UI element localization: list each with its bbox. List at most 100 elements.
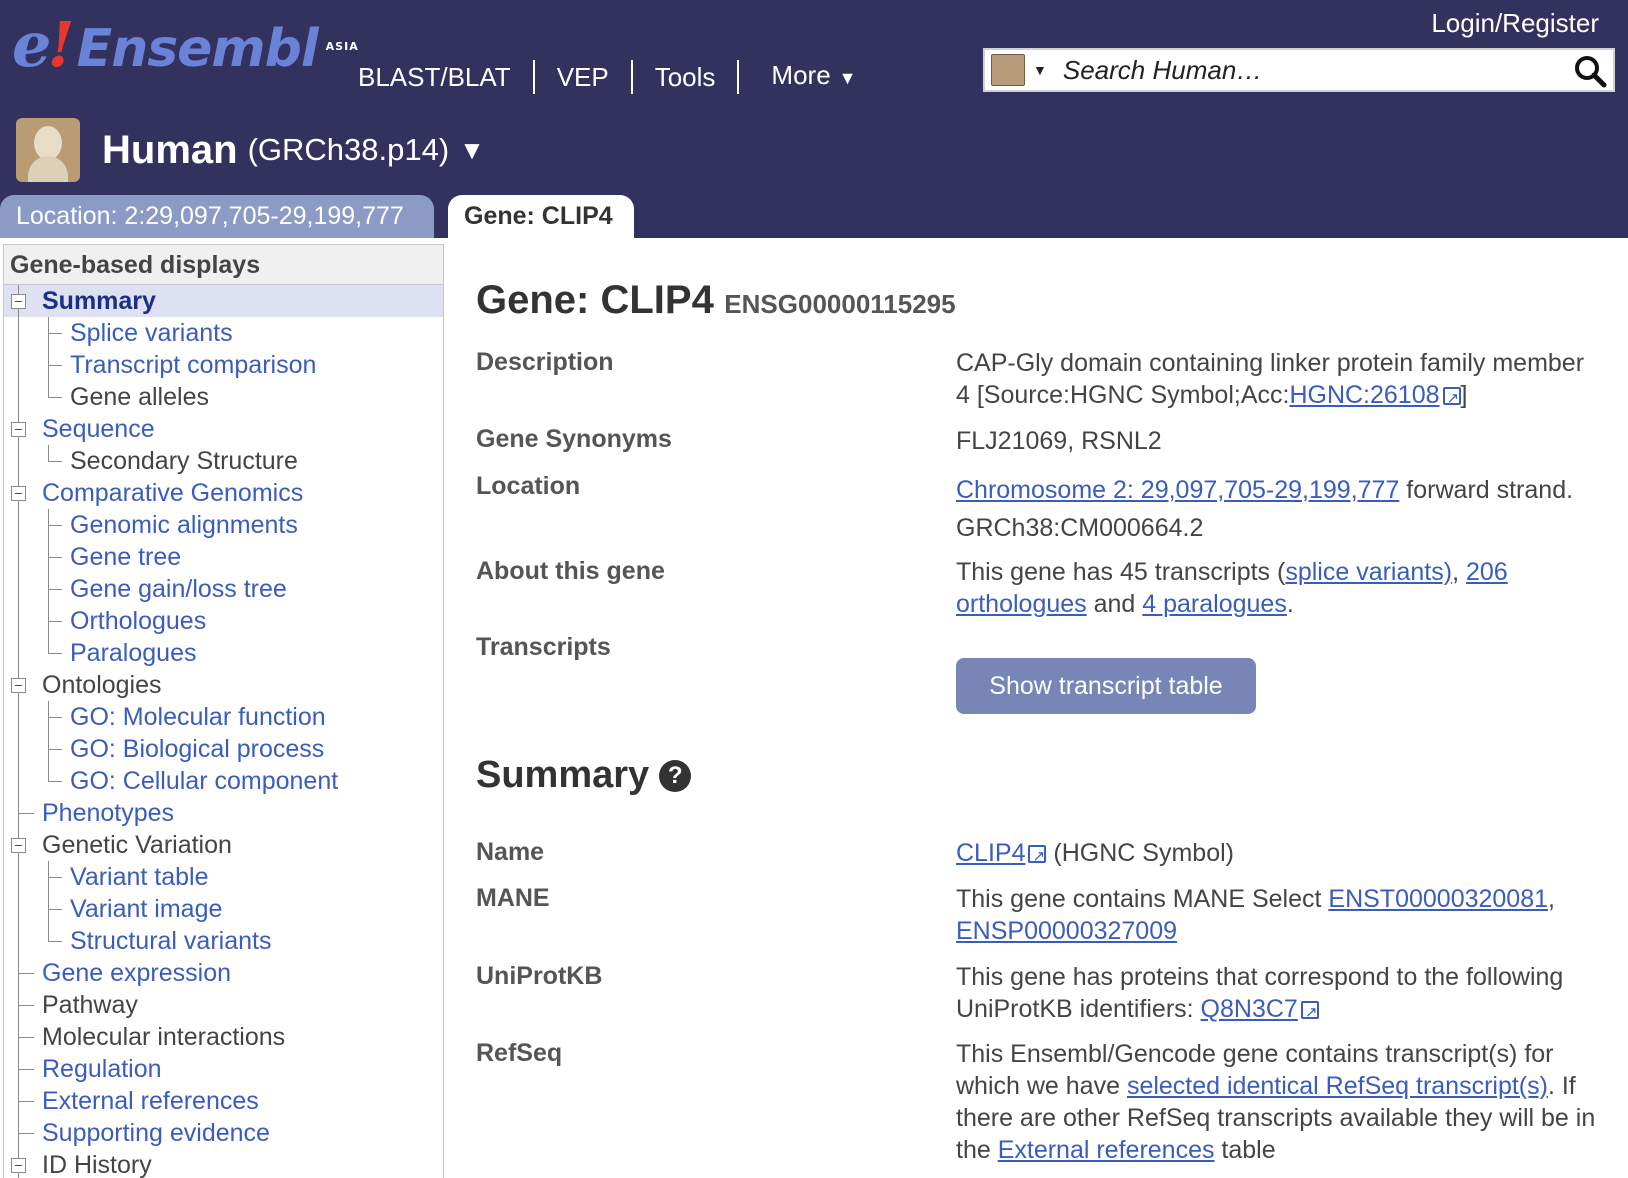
tree-line [18, 317, 19, 349]
collapse-toggle-icon[interactable]: − [11, 1158, 26, 1173]
uniprot-link[interactable]: Q8N3C7 [1201, 995, 1298, 1023]
nav-vep[interactable]: VEP [535, 59, 633, 94]
sidebar-item-label[interactable]: GO: Biological process [70, 735, 324, 763]
sidebar-item-label[interactable]: Supporting evidence [42, 1119, 270, 1147]
chromosome-location-link[interactable]: Chromosome 2: 29,097,705-29,199,777 [956, 476, 1399, 504]
location-assembly: GRCh38:CM000664.2 [956, 514, 1204, 542]
sidebar-item[interactable]: − Ontologies [4, 669, 443, 701]
sidebar-item-label[interactable]: Structural variants [70, 927, 271, 955]
ensembl-logo[interactable]: e! Ensembl ASIA [12, 14, 359, 84]
help-icon[interactable]: ? [659, 759, 692, 792]
uniprot-value: This gene has proteins that correspond t… [956, 961, 1596, 1029]
nav-more[interactable]: More ▼ [739, 58, 878, 95]
tree-line [48, 445, 49, 461]
sidebar-item-label[interactable]: Variant image [70, 895, 222, 923]
sidebar-item[interactable]: Gene alleles [4, 381, 443, 413]
sidebar-item-label[interactable]: Phenotypes [42, 799, 174, 827]
collapse-toggle-icon[interactable]: − [11, 838, 26, 853]
sidebar-item[interactable]: Gene tree [4, 541, 443, 573]
page-tabs: Location: 2:29,097,705-29,199,777 Gene: … [0, 195, 634, 238]
sidebar-item[interactable]: Variant table [4, 861, 443, 893]
sidebar-item[interactable]: Orthologues [4, 605, 443, 637]
assembly-dropdown-icon[interactable]: ▼ [459, 135, 485, 166]
sidebar-item-label[interactable]: Regulation [42, 1055, 162, 1083]
sidebar-item[interactable]: Regulation [4, 1053, 443, 1085]
external-link-icon[interactable] [1442, 383, 1461, 415]
sidebar-item[interactable]: External references [4, 1085, 443, 1117]
description-close: ] [1460, 381, 1468, 409]
nav-tools[interactable]: Tools [633, 59, 740, 94]
sidebar-item[interactable]: − Comparative Genomics [4, 477, 443, 509]
sidebar-item[interactable]: Paralogues [4, 637, 443, 669]
sidebar-item[interactable]: Transcript comparison [4, 349, 443, 381]
sidebar-item-label[interactable]: Orthologues [70, 607, 206, 635]
collapse-toggle-icon[interactable]: − [11, 486, 26, 501]
mane-protein-link[interactable]: ENSP00000327009 [956, 917, 1177, 945]
sidebar-item-label[interactable]: Gene tree [70, 543, 181, 571]
sidebar-item[interactable]: Pathway [4, 989, 443, 1021]
refseq-transcripts-link[interactable]: selected identical RefSeq transcript(s) [1127, 1072, 1548, 1100]
collapse-toggle-icon[interactable]: − [11, 422, 26, 437]
sidebar-item-label[interactable]: Summary [42, 287, 156, 315]
hgnc-link[interactable]: HGNC:26108 [1289, 381, 1439, 409]
sidebar-item-label[interactable]: Paralogues [70, 639, 196, 667]
description-value: CAP-Gly domain containing linker protein… [956, 347, 1596, 415]
sidebar-item[interactable]: − Summary [4, 285, 443, 317]
external-references-link[interactable]: External references [998, 1136, 1215, 1164]
splice-variants-link[interactable]: splice variants) [1285, 558, 1452, 586]
sidebar-item-label[interactable]: Comparative Genomics [42, 479, 303, 507]
sidebar-item[interactable]: − Sequence [4, 413, 443, 445]
tab-location[interactable]: Location: 2:29,097,705-29,199,777 [0, 195, 434, 238]
search-input[interactable] [1060, 53, 1561, 87]
sidebar-item[interactable]: Phenotypes [4, 797, 443, 829]
sidebar-item-label[interactable]: External references [42, 1087, 259, 1115]
sidebar-item[interactable]: Splice variants [4, 317, 443, 349]
left-navigation: Gene-based displays − Summary Splice varia… [3, 244, 444, 1178]
external-link-icon[interactable] [1028, 841, 1047, 873]
uniprot-label: UniProtKB [476, 962, 603, 990]
tree-branch [48, 781, 62, 782]
tree-branch [48, 365, 62, 366]
sidebar-item[interactable]: GO: Molecular function [4, 701, 443, 733]
collapse-toggle-icon[interactable]: − [11, 294, 26, 309]
sidebar-item[interactable]: Variant image [4, 893, 443, 925]
sidebar-item-label[interactable]: Splice variants [70, 319, 233, 347]
sidebar-item[interactable]: Supporting evidence [4, 1117, 443, 1149]
sidebar-item-label[interactable]: Transcript comparison [70, 351, 316, 379]
clip4-hgnc-link[interactable]: CLIP4 [956, 839, 1025, 867]
login-register-link[interactable]: Login/Register [1431, 8, 1599, 39]
about-value: This gene has 45 transcripts (splice var… [956, 556, 1596, 620]
sidebar-item[interactable]: − Genetic Variation [4, 829, 443, 861]
species-selector-icon[interactable] [991, 54, 1025, 86]
collapse-toggle-icon[interactable]: − [11, 678, 26, 693]
mane-prefix: This gene contains MANE Select [956, 885, 1329, 913]
sidebar-item-label[interactable]: GO: Cellular component [70, 767, 338, 795]
sidebar-item[interactable]: Molecular interactions [4, 1021, 443, 1053]
mane-comma: , [1548, 885, 1555, 913]
search-icon[interactable] [1573, 54, 1607, 88]
sidebar-item[interactable]: Structural variants [4, 925, 443, 957]
sidebar-item[interactable]: Gene gain/loss tree [4, 573, 443, 605]
species-image[interactable] [16, 118, 80, 182]
sidebar-item-label[interactable]: Variant table [70, 863, 209, 891]
sidebar-item-label[interactable]: GO: Molecular function [70, 703, 326, 731]
sidebar-item-label[interactable]: Genomic alignments [70, 511, 298, 539]
sidebar-item[interactable]: Secondary Structure [4, 445, 443, 477]
sidebar-item-label[interactable]: Gene expression [42, 959, 231, 987]
show-transcript-table-button[interactable]: Show transcript table [956, 658, 1256, 714]
tab-gene[interactable]: Gene: CLIP4 [448, 195, 634, 238]
sidebar-item[interactable]: Gene expression [4, 957, 443, 989]
sidebar-item[interactable]: GO: Cellular component [4, 765, 443, 797]
mane-transcript-link[interactable]: ENST00000320081 [1328, 885, 1548, 913]
gene-title: Gene: CLIP4 [476, 278, 714, 322]
species-dropdown-caret-icon[interactable]: ▼ [1033, 62, 1047, 78]
sidebar-item[interactable]: GO: Biological process [4, 733, 443, 765]
sidebar-item-label[interactable]: Sequence [42, 415, 155, 443]
nav-blast-blat[interactable]: BLAST/BLAT [356, 59, 535, 94]
sidebar-item[interactable]: Genomic alignments [4, 509, 443, 541]
paralogues-link[interactable]: 4 paralogues [1142, 590, 1287, 618]
external-link-icon[interactable] [1300, 997, 1319, 1029]
sidebar-item[interactable]: − ID History [4, 1149, 443, 1178]
left-nav-list: − Summary Splice variants Transcript compar… [4, 285, 443, 1178]
sidebar-item-label[interactable]: Gene gain/loss tree [70, 575, 287, 603]
